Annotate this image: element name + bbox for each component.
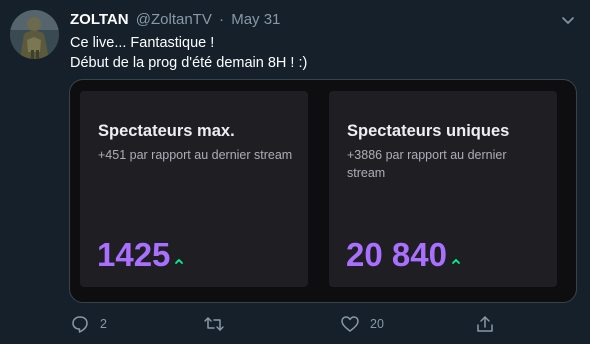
tweet-text: Ce live... Fantastique ! Début de la pro… bbox=[70, 33, 570, 73]
stat-card-subtitle: +451 par rapport au dernier stream bbox=[98, 148, 293, 162]
stat-card-value: 1425 bbox=[97, 236, 171, 273]
stat-card-value-row: 20 840 bbox=[346, 237, 461, 275]
stat-card-max-viewers: Spectateurs max. +451 par rapport au der… bbox=[80, 91, 308, 287]
reply-count: 2 bbox=[100, 317, 107, 331]
stat-card-subtitle: +3886 par rapport au dernier stream bbox=[347, 148, 507, 180]
retweet-button[interactable] bbox=[203, 314, 235, 334]
author-handle[interactable]: @ZoltanTV bbox=[136, 11, 212, 28]
stat-card-value: 20 840 bbox=[346, 236, 447, 273]
stat-card-title: Spectateurs max. bbox=[98, 122, 235, 140]
tweet-header: ZOLTAN @ZoltanTV · May 31 bbox=[70, 11, 280, 29]
stat-card-title: Spectateurs uniques bbox=[347, 122, 510, 140]
stat-card-value-row: 1425 bbox=[97, 237, 184, 275]
tweet[interactable]: ZOLTAN @ZoltanTV · May 31 Ce live... Fan… bbox=[0, 0, 590, 344]
avatar[interactable] bbox=[10, 10, 59, 59]
retweet-icon bbox=[203, 314, 225, 334]
like-count: 20 bbox=[370, 317, 384, 331]
heart-icon bbox=[340, 314, 360, 334]
stat-card-unique-viewers: Spectateurs uniques +3886 par rapport au… bbox=[329, 91, 557, 287]
share-button[interactable] bbox=[475, 314, 495, 334]
tweet-text-line: Ce live... Fantastique ! bbox=[70, 35, 215, 51]
reply-button[interactable]: 2 bbox=[70, 314, 107, 334]
arrow-up-icon bbox=[451, 236, 461, 272]
tweet-actions: 2 20 bbox=[70, 314, 570, 336]
chevron-down-icon[interactable] bbox=[560, 12, 576, 28]
separator-dot: · bbox=[219, 11, 225, 28]
tweet-date[interactable]: May 31 bbox=[231, 11, 280, 28]
tweet-text-line: Début de la prog d'été demain 8H ! :) bbox=[70, 55, 308, 71]
avatar-image bbox=[10, 10, 59, 59]
author-name[interactable]: ZOLTAN bbox=[70, 11, 129, 28]
arrow-up-icon bbox=[174, 236, 184, 272]
reply-icon bbox=[70, 314, 90, 334]
share-icon bbox=[475, 314, 495, 334]
tweet-media-image[interactable]: Spectateurs max. +451 par rapport au der… bbox=[69, 79, 577, 303]
like-button[interactable]: 20 bbox=[340, 314, 384, 334]
